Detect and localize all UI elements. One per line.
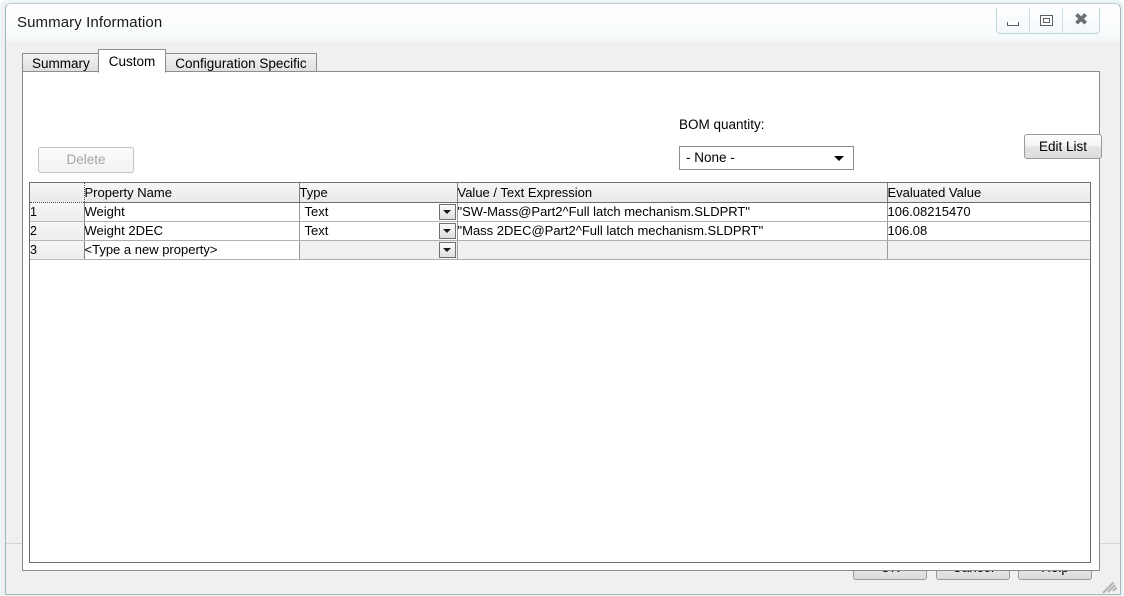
cell-value-expression-3[interactable] — [457, 240, 888, 260]
properties-table: Property Name Type Value / Text Expressi… — [30, 183, 1090, 260]
cell-evaluated-value-2: 106.08 — [887, 221, 1090, 241]
summary-information-window: Summary Information ✖ Delete BOM quantit… — [0, 0, 1124, 596]
tab-configuration-specific[interactable]: Configuration Specific — [165, 53, 317, 72]
cell-value-expression-1[interactable]: "SW-Mass@Part2^Full latch mechanism.SLDP… — [457, 202, 888, 222]
dialog-client-area: Delete BOM quantity: - None - Edit List — [6, 42, 1120, 594]
delete-button[interactable]: Delete — [38, 147, 134, 173]
type-dropdown-icon-3[interactable] — [438, 241, 456, 258]
close-icon: ✖ — [1073, 10, 1089, 30]
bom-quantity-label: BOM quantity: — [679, 117, 765, 132]
cell-value-expression-2[interactable]: "Mass 2DEC@Part2^Full latch mechanism.SL… — [457, 221, 888, 241]
table-row[interactable]: 3 <Type a new property> — [30, 240, 1090, 260]
tab-custom[interactable]: Custom — [97, 49, 167, 73]
bom-quantity-select[interactable]: - None - — [679, 146, 854, 170]
close-button[interactable]: ✖ — [1063, 8, 1099, 33]
cell-evaluated-value-3 — [887, 240, 1090, 260]
tab-page-custom: Delete BOM quantity: - None - Edit List — [22, 71, 1102, 571]
resize-grip-icon[interactable] — [1102, 578, 1119, 594]
title-bar[interactable]: Summary Information ✖ — [6, 4, 1120, 42]
maximize-icon — [1039, 15, 1053, 26]
window-inner-frame: Summary Information ✖ Delete BOM quantit… — [5, 3, 1121, 595]
caption-button-group: ✖ — [996, 8, 1100, 34]
cell-new-property-placeholder[interactable]: <Type a new property> — [84, 240, 300, 260]
type-dropdown-icon-2[interactable] — [438, 222, 456, 239]
table-row[interactable]: 1 Weight Text "SW-Mass@Part2^Full latch … — [30, 202, 1090, 222]
edit-list-button[interactable]: Edit List — [1024, 134, 1102, 159]
bom-quantity-value: - None - — [686, 150, 735, 165]
cell-type-2[interactable]: Text — [299, 221, 458, 241]
cell-evaluated-value-1: 106.08215470 — [887, 202, 1090, 222]
column-header-evaluated-value[interactable]: Evaluated Value — [887, 183, 1090, 203]
minimize-button[interactable] — [997, 8, 1030, 33]
row-number-2[interactable]: 2 — [30, 221, 85, 241]
cell-type-value-1: Text — [304, 203, 329, 219]
window-title: Summary Information — [17, 14, 163, 31]
table-header-row: Property Name Type Value / Text Expressi… — [30, 183, 1090, 203]
chevron-down-icon — [834, 156, 844, 161]
minimize-icon — [1007, 21, 1019, 26]
tab-summary[interactable]: Summary — [22, 53, 100, 72]
grid-corner-cell[interactable] — [30, 183, 85, 203]
cell-property-name-1[interactable]: Weight — [84, 202, 300, 222]
type-dropdown-icon-1[interactable] — [438, 203, 456, 220]
maximize-button[interactable] — [1030, 8, 1063, 33]
tab-strip: Summary Custom Configuration Specific — [22, 49, 317, 73]
cell-type-value-2: Text — [304, 222, 329, 238]
column-header-value-text-expression[interactable]: Value / Text Expression — [457, 183, 888, 203]
row-number-3[interactable]: 3 — [30, 240, 85, 260]
table-row[interactable]: 2 Weight 2DEC Text "Mass 2DEC@Part2^Full… — [30, 221, 1090, 241]
column-header-property-name[interactable]: Property Name — [84, 183, 300, 203]
cell-type-3[interactable] — [299, 240, 458, 260]
custom-properties-grid[interactable]: Property Name Type Value / Text Expressi… — [29, 182, 1091, 563]
column-header-type[interactable]: Type — [299, 183, 458, 203]
cell-property-name-2[interactable]: Weight 2DEC — [84, 221, 300, 241]
row-number-1[interactable]: 1 — [30, 202, 85, 222]
cell-type-1[interactable]: Text — [299, 202, 458, 222]
